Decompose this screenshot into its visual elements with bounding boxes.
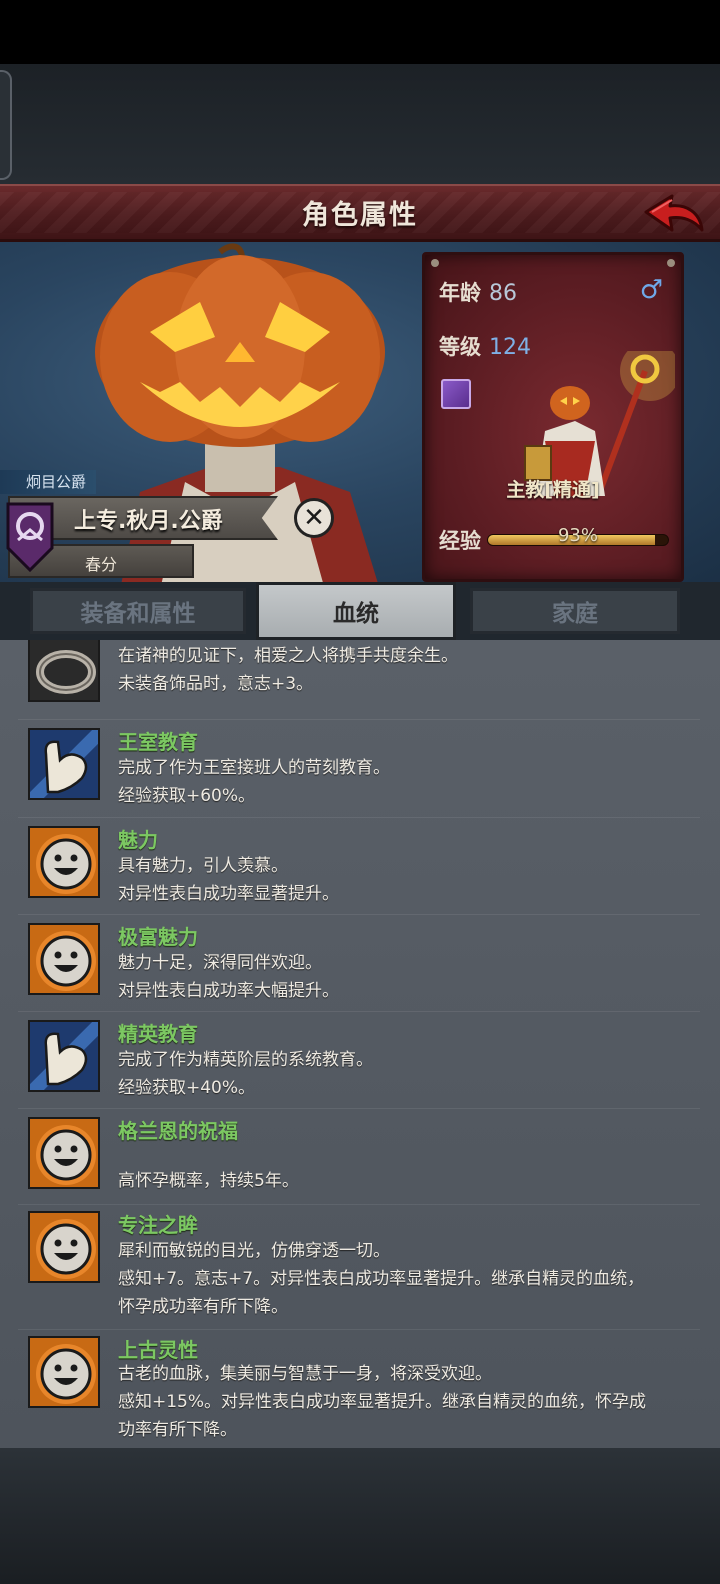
trait-name: 专注之眸: [118, 1213, 198, 1237]
muscle-arm-icon: [28, 1020, 100, 1092]
trait-item: 在诸神的见证下，相爱之人将携手共度余生。 未装备饰品时，意志+3。: [18, 640, 700, 720]
rank-tag: 炯目公爵: [0, 470, 97, 494]
smiley-face-icon: [28, 826, 100, 898]
trait-desc: 犀利而敏锐的目光，仿佛穿透一切。: [118, 1241, 390, 1261]
muscle-arm-icon: [28, 728, 100, 800]
side-drawer-handle[interactable]: [0, 70, 12, 180]
trait-desc: 功率有所下降。: [118, 1420, 237, 1440]
trait-desc: 怀孕成功率有所下降。: [118, 1297, 288, 1317]
tab-equipment-attributes[interactable]: 装备和属性: [30, 588, 246, 634]
trait-desc: 经验获取+40%。: [118, 1078, 256, 1098]
title-bar: 角色属性: [0, 184, 720, 242]
trait-desc: 具有魅力，引人羡慕。: [118, 856, 288, 876]
panel-pin: [667, 259, 675, 267]
trait-desc: 古老的血脉，集美丽与智慧于一身，将深受欢迎。: [118, 1364, 492, 1384]
back-arrow-icon[interactable]: [642, 190, 708, 240]
tab-family[interactable]: 家庭: [470, 588, 680, 634]
male-gender-icon: ♂: [639, 275, 663, 305]
trait-desc: 对异性表白成功率显著提升。: [118, 884, 339, 904]
class-label: 主教[精通]: [506, 479, 600, 501]
trait-name: 上古灵性: [118, 1338, 198, 1362]
house-emblem-icon: [6, 502, 54, 572]
trait-item: 王室教育 完成了作为王室接班人的苛刻教育。 经验获取+60%。: [18, 720, 700, 818]
trait-item: 上古灵性 古老的血脉，集美丽与智慧于一身，将深受欢迎。 感知+15%。对异性表白…: [18, 1330, 700, 1448]
trait-desc: 感知+15%。对异性表白成功率显著提升。继承自精灵的血统，怀孕成: [118, 1392, 647, 1412]
ring-icon: [28, 640, 100, 702]
level-label: 等级: [439, 335, 481, 359]
trait-desc: 未装备饰品时，意志+3。: [118, 674, 314, 694]
trait-desc: 在诸神的见证下，相爱之人将携手共度余生。: [118, 646, 458, 666]
remove-title-button[interactable]: ✕: [294, 498, 334, 538]
smiley-face-icon: [28, 923, 100, 995]
trait-name: 精英教育: [118, 1022, 198, 1046]
tab-bloodline[interactable]: 血统: [256, 582, 456, 640]
wand-skill-icon[interactable]: [441, 379, 471, 409]
bottom-area: [0, 1448, 720, 1584]
trait-name: 魅力: [118, 828, 158, 852]
top-area: [0, 64, 720, 184]
status-bar: [0, 0, 720, 64]
trait-desc: 魅力十足，深得同伴欢迎。: [118, 953, 322, 973]
trait-desc: 完成了作为精英阶层的系统教育。: [118, 1050, 373, 1070]
trait-desc: 感知+7。意志+7。对异性表白成功率显著提升。继承自精灵的血统，: [118, 1269, 645, 1289]
trait-name: 王室教育: [118, 730, 198, 754]
age-row: 年龄 86: [439, 277, 517, 307]
age-label: 年龄: [439, 281, 481, 305]
trait-desc: 对异性表白成功率大幅提升。: [118, 981, 339, 1001]
trait-desc: 高怀孕概率，持续5年。: [118, 1171, 299, 1191]
smiley-face-icon: [28, 1117, 100, 1189]
exp-label: 经验: [439, 529, 481, 553]
trait-item: 专注之眸 犀利而敏锐的目光，仿佛穿透一切。 感知+7。意志+7。对异性表白成功率…: [18, 1205, 700, 1330]
trait-item: 魅力 具有魅力，引人羡慕。 对异性表白成功率显著提升。: [18, 818, 700, 915]
trait-list[interactable]: 在诸神的见证下，相爱之人将携手共度余生。 未装备饰品时，意志+3。 王室教育 完…: [0, 640, 720, 1448]
trait-desc: 完成了作为王室接班人的苛刻教育。: [118, 758, 390, 778]
trait-desc: 经验获取+60%。: [118, 786, 256, 806]
trait-item: 精英教育 完成了作为精英阶层的系统教育。 经验获取+40%。: [18, 1012, 700, 1109]
trait-name: 格兰恩的祝福: [118, 1119, 238, 1143]
tab-bar: 装备和属性 血统 家庭: [0, 582, 720, 640]
age-value: 86: [489, 281, 517, 306]
smiley-face-icon: [28, 1336, 100, 1408]
trait-item: 极富魅力 魅力十足，深得同伴欢迎。 对异性表白成功率大幅提升。: [18, 915, 700, 1012]
smiley-face-icon: [28, 1211, 100, 1283]
page-title: 角色属性: [302, 200, 418, 231]
panel-pin: [431, 259, 439, 267]
stats-panel: 年龄 86 ♂ 等级 124 主教[精通] 经验 93%: [422, 252, 684, 582]
trait-name: 极富魅力: [118, 925, 198, 949]
character-name: 上专.秋月.公爵: [74, 509, 223, 534]
trait-item: 格兰恩的祝福 高怀孕概率，持续5年。: [18, 1109, 700, 1205]
exp-percent: 93%: [557, 525, 598, 546]
